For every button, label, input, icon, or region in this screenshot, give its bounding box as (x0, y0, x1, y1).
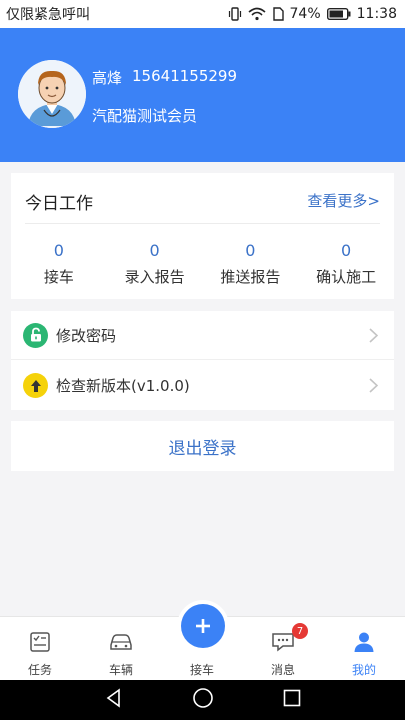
tab-label: 任务 (27, 663, 52, 677)
carrier-text: 仅限紧急呼叫 (6, 7, 90, 23)
tab-label: 我的 (351, 663, 376, 677)
stat-push-report[interactable]: 0 推送报告 (203, 241, 299, 287)
user-name: 高烽 (92, 69, 123, 87)
stat-label: 录入报告 (124, 268, 185, 286)
user-role: 汽配猫测试会员 (92, 107, 198, 125)
chevron-right-icon (369, 378, 379, 397)
plus-icon (196, 619, 210, 633)
stat-enter-report[interactable]: 0 录入报告 (107, 241, 203, 287)
car-icon (108, 629, 134, 655)
add-receive-car-button[interactable] (181, 604, 225, 648)
avatar[interactable] (18, 60, 86, 128)
tab-messages[interactable]: 消息 (243, 617, 323, 681)
check-update-row[interactable]: 检查新版本(v1.0.0) (11, 361, 394, 410)
recent-apps-icon[interactable] (283, 689, 301, 711)
today-work-card: 今日工作 查看更多> 0 接车 0 录入报告 0 推送报告 0 确认施工 (11, 173, 394, 299)
settings-list: 修改密码 检查新版本(v1.0.0) (11, 311, 394, 410)
back-icon[interactable] (104, 688, 124, 712)
today-work-title: 今日工作 (25, 194, 93, 214)
vibrate-icon (228, 7, 242, 21)
system-nav-bar (0, 680, 405, 720)
user-line: 高烽 15641155299 (92, 67, 237, 88)
task-icon (29, 629, 51, 655)
setting-label: 修改密码 (56, 326, 117, 345)
stat-value: 0 (341, 241, 352, 260)
person-icon (353, 629, 375, 655)
lock-icon (23, 322, 48, 348)
home-icon[interactable] (192, 687, 214, 713)
battery-icon (326, 8, 351, 20)
stat-label: 接车 (43, 268, 74, 286)
stat-value: 0 (245, 241, 256, 260)
chevron-right-icon (369, 328, 379, 347)
change-password-row[interactable]: 修改密码 (11, 311, 394, 360)
sim-icon (272, 7, 284, 21)
view-more-link[interactable]: 查看更多> (307, 190, 380, 211)
stat-receive-car[interactable]: 0 接车 (11, 241, 107, 287)
user-phone: 15641155299 (132, 67, 237, 85)
tab-label: 接车 (189, 663, 214, 677)
tab-vehicles[interactable]: 车辆 (81, 617, 161, 681)
wifi-icon (247, 7, 266, 21)
clock: 11:38 (356, 6, 397, 22)
stat-value: 0 (149, 241, 160, 260)
battery-percent: 74% (289, 6, 321, 22)
stat-value: 0 (53, 241, 64, 260)
profile-header: 高烽 15641155299 汽配猫测试会员 (0, 28, 405, 162)
status-right: 74% 11:38 (228, 6, 397, 22)
stat-label: 确认施工 (316, 268, 377, 286)
work-stats: 0 接车 0 录入报告 0 推送报告 0 确认施工 (11, 241, 394, 287)
upload-arrow-icon (23, 373, 48, 398)
stat-label: 推送报告 (220, 268, 281, 286)
logout-button[interactable]: 退出登录 (11, 421, 394, 471)
message-badge: 7 (292, 623, 308, 639)
setting-label: 检查新版本(v1.0.0) (56, 377, 190, 395)
tab-label: 消息 (270, 663, 295, 677)
status-bar: 仅限紧急呼叫 74% 11:38 (0, 0, 405, 28)
tab-label: 车辆 (108, 663, 133, 677)
tab-tasks[interactable]: 任务 (0, 617, 80, 681)
divider (25, 223, 380, 224)
stat-confirm-construction[interactable]: 0 确认施工 (298, 241, 394, 287)
tab-mine[interactable]: 我的 (324, 617, 404, 681)
